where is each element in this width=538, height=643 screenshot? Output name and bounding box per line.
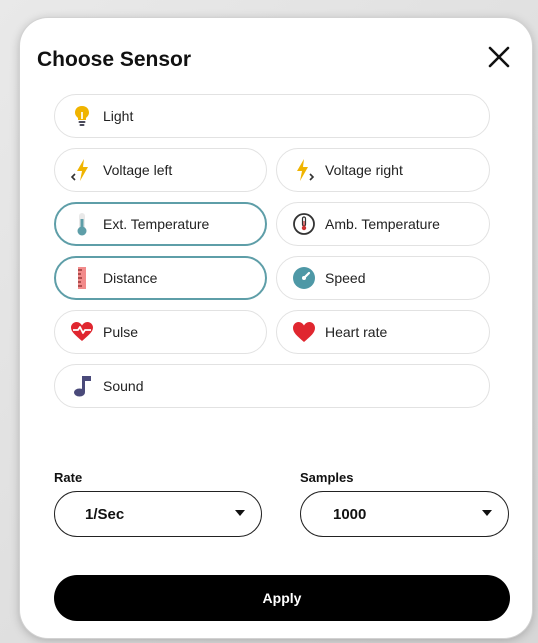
- lightning-right-icon: [291, 157, 317, 183]
- lightning-left-icon: [69, 157, 95, 183]
- rate-label: Rate: [54, 470, 83, 485]
- sensor-label: Distance: [103, 270, 158, 286]
- speedometer-icon: [291, 265, 317, 291]
- thermometer-icon: [69, 211, 95, 237]
- sensor-label: Heart rate: [325, 324, 388, 340]
- sensor-label: Pulse: [103, 324, 139, 340]
- sensor-label: Voltage right: [325, 162, 403, 178]
- sensor-label: Voltage left: [103, 162, 173, 178]
- sensor-label: Amb. Temperature: [325, 216, 440, 232]
- sensor-option-light[interactable]: Light: [54, 94, 490, 138]
- sensor-option-sound[interactable]: Sound: [54, 364, 490, 408]
- sensor-label: Speed: [325, 270, 366, 286]
- sensor-label: Light: [103, 108, 134, 124]
- sensor-option-voltage-right[interactable]: Voltage right: [276, 148, 490, 192]
- samples-value: 1000: [333, 505, 367, 523]
- music-note-icon: [69, 373, 95, 399]
- samples-select[interactable]: 1000: [300, 491, 509, 537]
- chevron-down-icon: [235, 510, 245, 516]
- sensor-option-ext-temperature[interactable]: Ext. Temperature: [54, 202, 267, 246]
- heart-icon: [291, 319, 317, 345]
- chevron-down-icon: [482, 510, 492, 516]
- dialog-title: Choose Sensor: [37, 48, 192, 71]
- close-icon: [488, 46, 510, 68]
- close-button[interactable]: [484, 42, 514, 72]
- rate-select[interactable]: 1/Sec: [54, 491, 262, 537]
- sensor-option-speed[interactable]: Speed: [276, 256, 490, 300]
- sensor-label: Sound: [103, 378, 144, 394]
- sensor-option-pulse[interactable]: Pulse: [54, 310, 267, 354]
- pulse-heart-icon: [69, 319, 95, 345]
- ruler-icon: [69, 265, 95, 291]
- sensor-label: Ext. Temperature: [103, 216, 210, 232]
- samples-label: Samples: [300, 470, 354, 485]
- sensor-option-heart-rate[interactable]: Heart rate: [276, 310, 490, 354]
- rate-value: 1/Sec: [85, 505, 125, 523]
- choose-sensor-dialog: Choose Sensor Light Voltage left Voltage…: [20, 18, 532, 638]
- thermometer-circle-icon: [291, 211, 317, 237]
- sensor-option-distance[interactable]: Distance: [54, 256, 267, 300]
- apply-button[interactable]: Apply: [54, 575, 510, 621]
- sensor-option-voltage-left[interactable]: Voltage left: [54, 148, 267, 192]
- lightbulb-icon: [69, 103, 95, 129]
- sensor-option-amb-temperature[interactable]: Amb. Temperature: [276, 202, 490, 246]
